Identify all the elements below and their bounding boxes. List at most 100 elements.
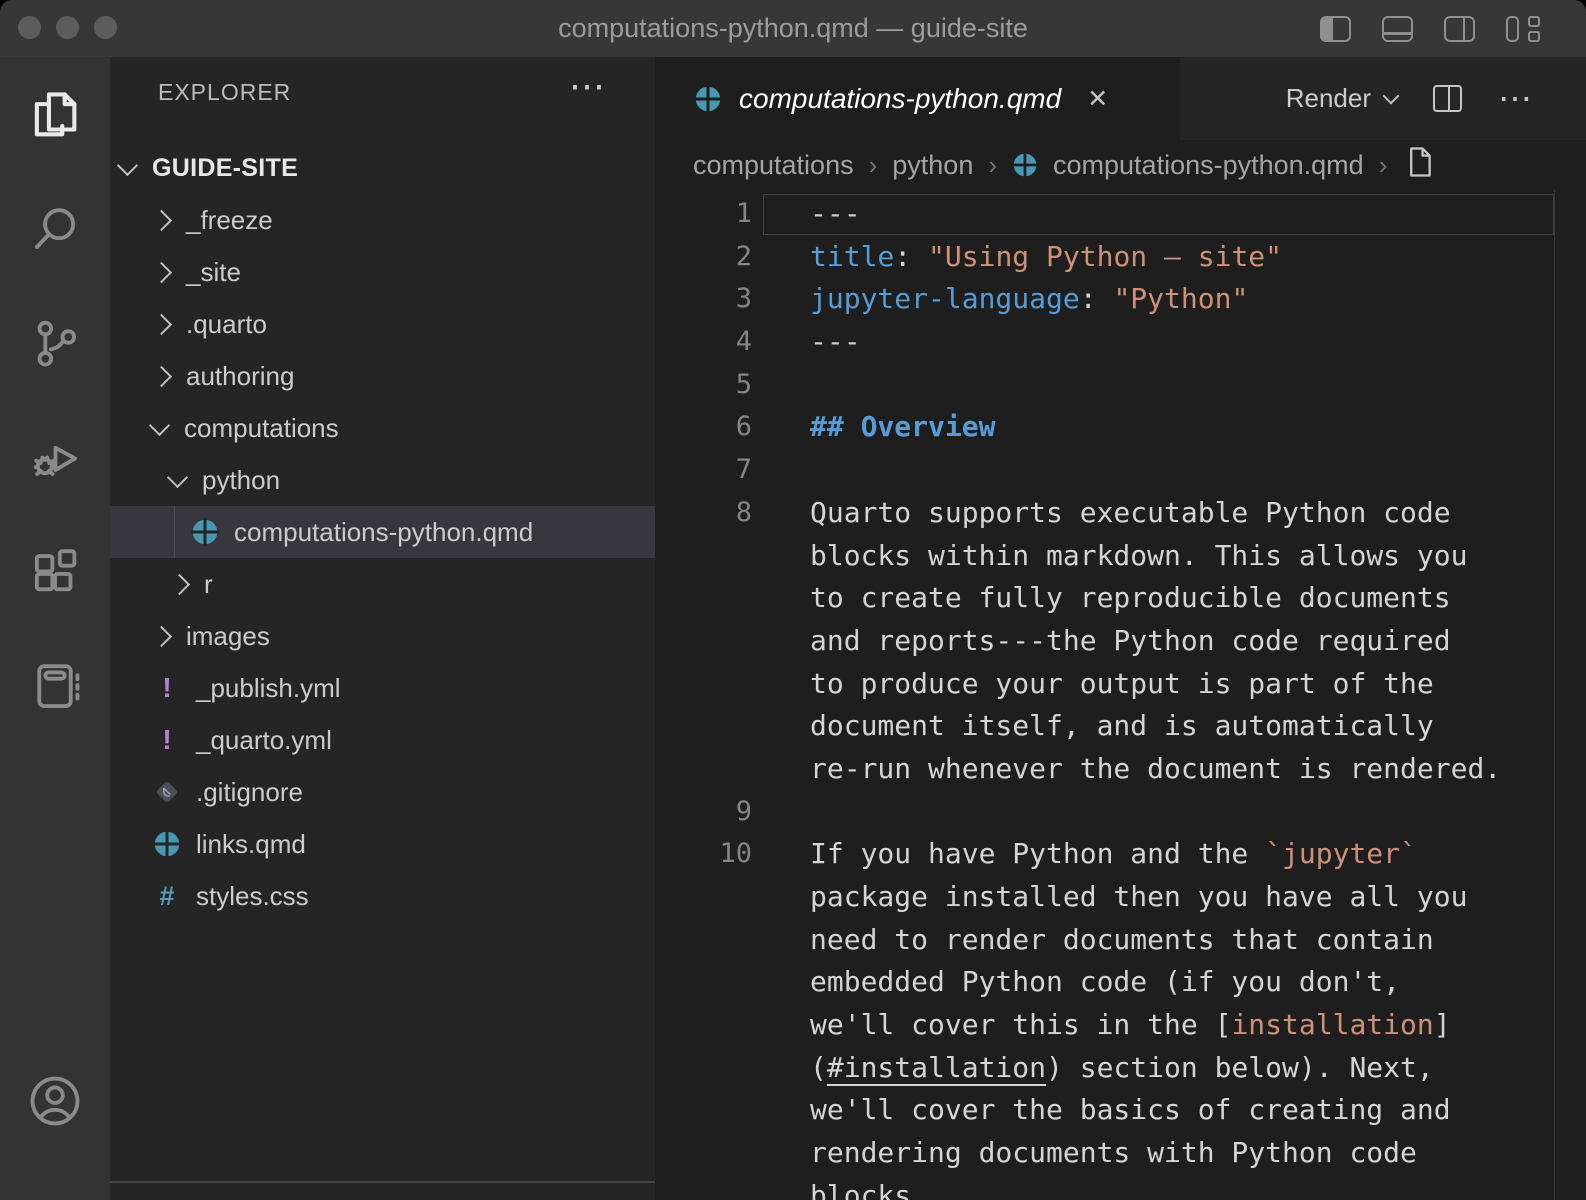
code-line-1[interactable]: 1--- xyxy=(655,193,1586,236)
tree-item--freeze[interactable]: _freeze xyxy=(110,194,655,246)
tree-item-computations[interactable]: computations xyxy=(110,402,655,454)
account-icon[interactable] xyxy=(0,1072,110,1130)
code-line-content: --- xyxy=(755,321,861,364)
code-line-5[interactable]: 5 xyxy=(655,364,1586,407)
chevron-down-icon xyxy=(149,414,170,435)
toggle-primary-sidebar-icon[interactable] xyxy=(1320,16,1351,42)
tree-item-guide-site[interactable]: GUIDE-SITE xyxy=(110,142,655,194)
tree-item-label: authoring xyxy=(186,361,294,392)
code-line-content: Quarto supports executable Python code xyxy=(755,492,1451,535)
tree-item-images[interactable]: images xyxy=(110,610,655,662)
code-token: we'll cover this in the [ xyxy=(810,1008,1231,1041)
code-line-wrap[interactable]: we'll cover the basics of creating and xyxy=(655,1089,1586,1132)
code-line-3[interactable]: 3jupyter-language: "Python" xyxy=(655,278,1586,321)
line-number xyxy=(655,748,755,791)
code-line-wrap[interactable]: need to render documents that contain xyxy=(655,919,1586,962)
code-token: --- xyxy=(810,197,861,230)
code-line-2[interactable]: 2title: "Using Python — site" xyxy=(655,236,1586,279)
split-editor-icon[interactable] xyxy=(1433,85,1462,112)
code-line-4[interactable]: 4--- xyxy=(655,321,1586,364)
code-line-wrap[interactable]: document itself, and is automatically xyxy=(655,705,1586,748)
line-number xyxy=(655,620,755,663)
code-line-content: to create fully reproducible documents xyxy=(755,577,1451,620)
chevron-right-icon xyxy=(151,365,172,386)
code-token: rendering documents with Python code xyxy=(810,1136,1417,1169)
code-line-10[interactable]: 10If you have Python and the `jupyter` xyxy=(655,833,1586,876)
code-line-wrap[interactable]: and reports---the Python code required xyxy=(655,620,1586,663)
code-line-8[interactable]: 8Quarto supports executable Python code xyxy=(655,492,1586,535)
tree-item-label: python xyxy=(202,465,280,496)
chevron-down-icon xyxy=(167,466,188,487)
code-line-wrap[interactable]: blocks. xyxy=(655,1175,1586,1200)
code-token: document itself, and is automatically xyxy=(810,709,1434,742)
code-line-9[interactable]: 9 xyxy=(655,791,1586,834)
quarto-file-icon xyxy=(190,517,220,547)
code-line-wrap[interactable]: re-run whenever the document is rendered… xyxy=(655,748,1586,791)
tab-computations-python-qmd[interactable]: computations-python.qmd ✕ xyxy=(655,57,1180,140)
code-editor[interactable]: 1---2title: "Using Python — site"3jupyte… xyxy=(655,190,1586,1200)
line-number xyxy=(655,1047,755,1090)
tree-item--site[interactable]: _site xyxy=(110,246,655,298)
tree-item--quarto-yml[interactable]: ! _quarto.yml xyxy=(110,714,655,766)
code-line-wrap[interactable]: to produce your output is part of the xyxy=(655,663,1586,706)
code-line-content: blocks. xyxy=(755,1175,928,1200)
tree-item-label: _quarto.yml xyxy=(196,725,332,756)
editor-group: computations-python.qmd ✕ Render ⋯ compu… xyxy=(655,57,1586,1200)
code-line-wrap[interactable]: to create fully reproducible documents xyxy=(655,577,1586,620)
breadcrumb-separator: › xyxy=(869,150,878,181)
tree-item--gitignore[interactable]: .gitignore xyxy=(110,766,655,818)
code-token: ) section below). Next, xyxy=(1046,1051,1434,1084)
tree-item--quarto[interactable]: .quarto xyxy=(110,298,655,350)
code-line-wrap[interactable]: blocks within markdown. This allows you xyxy=(655,535,1586,578)
editor-more-actions-icon[interactable]: ⋯ xyxy=(1498,79,1534,119)
code-token: `jupyter` xyxy=(1265,837,1417,870)
file-tree: GUIDE-SITE_freeze _site .quarto authoring co… xyxy=(110,142,655,922)
tree-item-label: computations xyxy=(184,413,339,444)
code-line-wrap[interactable]: package installed then you have all you xyxy=(655,876,1586,919)
line-number xyxy=(655,663,755,706)
code-token: title xyxy=(810,240,894,273)
close-tab-icon[interactable]: ✕ xyxy=(1087,84,1108,114)
code-token: need to render documents that contain xyxy=(810,923,1434,956)
line-number: 2 xyxy=(655,236,755,279)
code-line-wrap[interactable]: rendering documents with Python code xyxy=(655,1132,1586,1175)
notebook-icon[interactable] xyxy=(25,655,85,715)
breadcrumb-folder[interactable]: python xyxy=(892,150,973,181)
yaml-warning-icon: ! xyxy=(152,725,182,755)
source-control-icon[interactable] xyxy=(25,313,85,373)
code-line-content: embedded Python code (if you don't, xyxy=(755,961,1400,1004)
toggle-secondary-sidebar-icon[interactable] xyxy=(1444,16,1475,42)
tree-item--publish-yml[interactable]: ! _publish.yml xyxy=(110,662,655,714)
code-token: to create fully reproducible documents xyxy=(810,581,1451,614)
tree-item-links-qmd[interactable]: links.qmd xyxy=(110,818,655,870)
tree-item-styles-css[interactable]: # styles.css xyxy=(110,870,655,922)
toggle-panel-icon[interactable] xyxy=(1382,16,1413,42)
code-token: package installed then you have all you xyxy=(810,880,1467,913)
code-line-content: we'll cover this in the [installation] xyxy=(755,1004,1451,1047)
tree-item-authoring[interactable]: authoring xyxy=(110,350,655,402)
run-and-debug-icon[interactable] xyxy=(25,427,85,487)
explorer-icon[interactable] xyxy=(25,85,85,145)
extensions-icon[interactable] xyxy=(25,541,85,601)
outline-section[interactable]: OUTLINE xyxy=(110,1181,655,1200)
line-number: 3 xyxy=(655,278,755,321)
code-line-content: document itself, and is automatically xyxy=(755,705,1434,748)
code-line-7[interactable]: 7 xyxy=(655,449,1586,492)
search-icon[interactable] xyxy=(25,199,85,259)
code-line-content: (#installation) section below). Next, xyxy=(755,1047,1434,1090)
code-line-content: re-run whenever the document is rendered… xyxy=(755,748,1501,791)
tree-item-label: _site xyxy=(186,257,241,288)
code-line-wrap[interactable]: (#installation) section below). Next, xyxy=(655,1047,1586,1090)
code-line-wrap[interactable]: embedded Python code (if you don't, xyxy=(655,961,1586,1004)
tree-item-computations-python-qmd[interactable]: computations-python.qmd xyxy=(110,506,655,558)
code-line-wrap[interactable]: we'll cover this in the [installation] xyxy=(655,1004,1586,1047)
tree-item-r[interactable]: r xyxy=(110,558,655,610)
code-line-6[interactable]: 6## Overview xyxy=(655,406,1586,449)
customize-layout-icon[interactable] xyxy=(1506,15,1540,43)
breadcrumb-folder[interactable]: computations xyxy=(693,150,854,181)
chevron-right-icon xyxy=(151,313,172,334)
breadcrumb-file[interactable]: computations-python.qmd xyxy=(1053,150,1364,181)
render-button[interactable]: Render xyxy=(1286,83,1397,114)
tree-item-python[interactable]: python xyxy=(110,454,655,506)
explorer-more-actions-icon[interactable]: ⋯ xyxy=(569,65,607,107)
